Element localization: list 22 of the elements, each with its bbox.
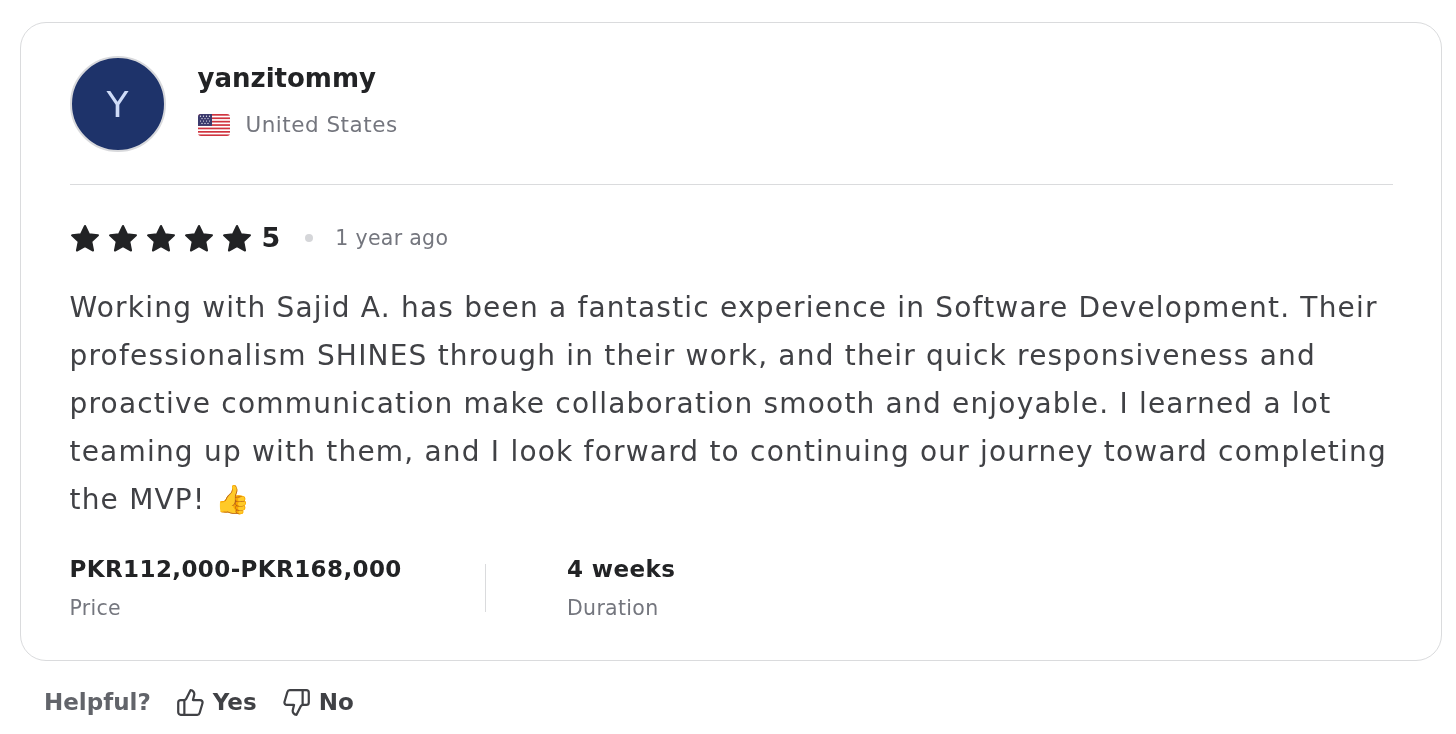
star-icon	[221, 223, 252, 253]
review-text: Working with Sajid A. has been a fantastic experience in Software Development. Their professionalism SHINES through in their work, and their quick responsiveness and proactive communication make collaboration smooth and enjoyable. I learned a lot teaming up with them, and I look forward to continuing our journey toward completing the MVP! 👍	[69, 290, 1388, 518]
detail-label: Price	[69, 595, 122, 622]
helpful-prompt: Helpful?	[44, 688, 151, 717]
avatar: Y	[69, 56, 166, 152]
separator-dot-icon	[305, 234, 314, 242]
star-icon	[183, 223, 214, 253]
reviewer-name: yanzitommy	[197, 63, 377, 93]
rating-score: 5	[261, 222, 281, 254]
star-icon	[107, 223, 138, 253]
flag-icon	[197, 114, 230, 136]
detail-label: Duration	[567, 595, 660, 622]
thumbs-down-icon	[282, 688, 310, 716]
review-time: 1 year ago	[335, 225, 449, 252]
star-icon	[69, 223, 100, 253]
helpful-yes-button[interactable]: Yes	[176, 687, 257, 717]
detail-value: PKR112,000-PKR168,000	[69, 555, 403, 584]
star-icon	[145, 223, 176, 253]
detail-value: 4 weeks	[567, 555, 676, 584]
thumbs-up-icon	[176, 688, 204, 716]
helpful-no-button[interactable]: No	[282, 687, 354, 717]
country-name: United States	[245, 111, 398, 139]
